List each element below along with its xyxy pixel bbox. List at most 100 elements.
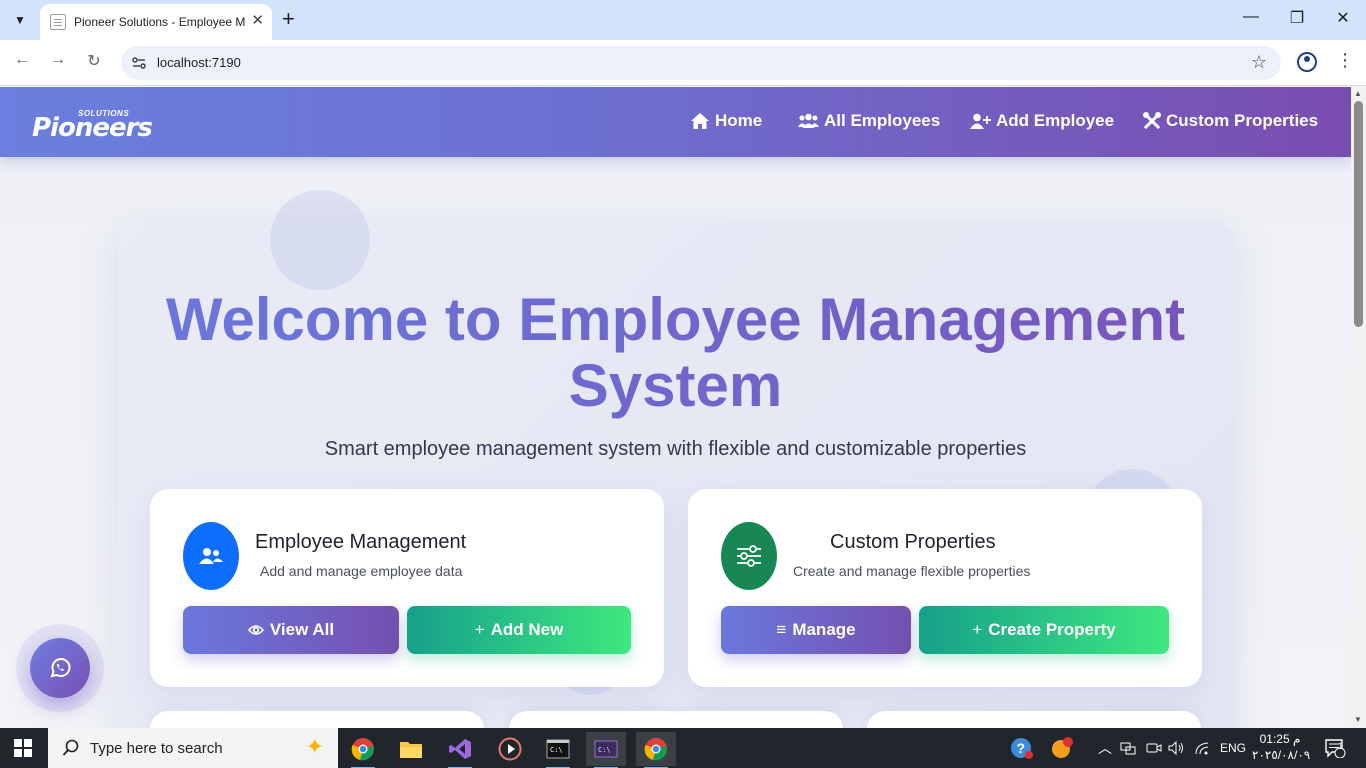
chrome-icon <box>351 738 374 761</box>
home-icon <box>691 113 709 129</box>
card-sliders-icon <box>721 522 777 590</box>
windows-start-icon[interactable] <box>14 739 32 757</box>
scrollbar-thumb[interactable] <box>1354 101 1363 327</box>
create-property-button[interactable]: + Create Property <box>919 606 1169 654</box>
svg-text:C:\: C:\ <box>598 746 611 754</box>
visual-studio-logo-icon <box>449 739 471 759</box>
add-new-button[interactable]: + Add New <box>407 606 631 654</box>
employee-management-card: Employee Management Add and manage emplo… <box>150 489 664 687</box>
folder-icon <box>400 742 422 758</box>
tray-weather-icon[interactable] <box>1050 728 1074 768</box>
nav-link-label: Add Employee <box>996 111 1115 130</box>
dev-prompt-icon: C:\ <box>594 740 618 758</box>
taskbar-search-box[interactable]: Type here to search ✦ <box>48 728 338 768</box>
feature-card-lower <box>867 711 1201 728</box>
tools-icon <box>1143 112 1161 130</box>
scroll-down-arrow-icon[interactable]: ▼ <box>1354 715 1362 724</box>
scroll-up-arrow-icon[interactable]: ▲ <box>1354 89 1362 98</box>
profile-icon[interactable] <box>1297 52 1317 72</box>
button-label: View All <box>269 620 335 639</box>
feature-card-lower <box>150 711 484 728</box>
list-icon: ≡ <box>776 620 787 639</box>
manage-button[interactable]: ≡ Manage <box>721 606 911 654</box>
button-label: Manage <box>792 620 856 639</box>
users-icon <box>798 113 819 128</box>
tab-search-chevron-icon[interactable]: ▼ <box>6 7 34 33</box>
media-player-icon[interactable] <box>490 732 530 766</box>
tray-network-icon[interactable] <box>1120 728 1136 768</box>
window-minimize-icon[interactable]: — <box>1236 8 1266 26</box>
hero-title: Welcome to Employee Management System <box>0 287 1351 419</box>
tray-overflow-chevron-icon[interactable]: ︿ <box>1098 728 1112 768</box>
network-icon <box>1120 742 1136 755</box>
console-window-icon: C:\ <box>546 739 570 759</box>
site-info-icon[interactable] <box>131 55 147 71</box>
notification-center-icon[interactable]: 1 <box>1324 728 1346 768</box>
address-bar[interactable]: localhost:7190 ☆ <box>121 46 1281 80</box>
card-title: Custom Properties <box>830 531 996 553</box>
back-arrow-icon[interactable]: ← <box>10 51 34 69</box>
chrome-app-icon[interactable] <box>636 732 676 768</box>
browser-tabstrip: ▼ Pioneer Solutions - Employee M ✕ + — ❐… <box>0 0 1366 40</box>
reload-icon[interactable]: ↻ <box>82 51 106 71</box>
plus-icon: + <box>972 620 983 639</box>
tab-close-icon[interactable]: ✕ <box>251 13 264 29</box>
browser-menu-icon[interactable]: ⋮ <box>1336 50 1354 71</box>
hero-title-line2: System <box>568 352 783 419</box>
browser-tab-active[interactable]: Pioneer Solutions - Employee M ✕ <box>40 4 272 40</box>
powershell-dev-icon[interactable]: C:\ <box>586 732 626 768</box>
hero-subtitle: Smart employee management system with fl… <box>324 438 1027 460</box>
window-restore-icon[interactable]: ❐ <box>1282 8 1312 28</box>
users-icon <box>199 548 223 564</box>
nav-link-home[interactable]: Home <box>690 111 762 131</box>
chrome-profile-app-icon[interactable] <box>343 732 383 768</box>
tray-camera-icon[interactable] <box>1146 728 1162 768</box>
nav-link-all-employees[interactable]: All Employees <box>798 111 940 131</box>
taskbar: Type here to search ✦ C:\ C:\ ? ︿ ENG 01… <box>0 728 1366 768</box>
tray-language[interactable]: ENG <box>1220 728 1246 768</box>
chrome-icon <box>644 738 667 761</box>
svg-text:?: ? <box>1017 740 1026 756</box>
custom-properties-card: Custom Properties Create and manage flex… <box>688 489 1202 687</box>
nav-link-add-employee[interactable]: Add Employee <box>970 111 1114 131</box>
tray-help-icon[interactable]: ? <box>1010 728 1034 768</box>
nav-link-custom-properties[interactable]: Custom Properties <box>1143 111 1318 131</box>
search-placeholder: Type here to search <box>90 739 223 757</box>
nav-link-label: Custom Properties <box>1166 111 1319 130</box>
page-viewport: SOLUTIONS Pioneers Home All Employees Ad… <box>0 87 1351 728</box>
forward-arrow-icon[interactable]: → <box>46 51 70 69</box>
svg-text:C:\: C:\ <box>550 746 563 754</box>
sliders-icon <box>737 545 761 567</box>
button-label: Create Property <box>988 620 1116 639</box>
window-close-icon[interactable]: ✕ <box>1328 8 1358 28</box>
feature-card-lower <box>509 711 843 728</box>
copilot-sparkle-icon[interactable]: ✦ <box>306 734 324 760</box>
browser-toolbar: ← → ↻ localhost:7190 ☆ ⋮ <box>0 40 1366 86</box>
tab-title: Pioneer Solutions - Employee M <box>74 15 246 29</box>
play-circle-icon <box>498 737 522 761</box>
bookmark-star-icon[interactable]: ☆ <box>1251 52 1267 73</box>
view-all-button[interactable]: View All <box>183 606 399 654</box>
tray-volume-icon[interactable] <box>1168 728 1186 768</box>
whatsapp-icon <box>50 658 71 678</box>
button-label: Add New <box>490 620 564 639</box>
file-explorer-icon[interactable] <box>391 732 431 766</box>
decorative-circle <box>270 190 370 290</box>
nav-link-label: All Employees <box>824 111 941 130</box>
visual-studio-icon[interactable] <box>440 732 480 768</box>
eye-icon <box>247 625 264 635</box>
tray-wifi-icon[interactable] <box>1194 728 1210 768</box>
terminal-icon[interactable]: C:\ <box>538 732 578 768</box>
new-tab-plus-icon[interactable]: + <box>282 8 295 30</box>
logo-main-text: Pioneers <box>32 113 153 143</box>
site-logo[interactable]: SOLUTIONS Pioneers <box>30 103 153 143</box>
clock-time: 01:25 م <box>1259 732 1301 746</box>
card-description: Create and manage flexible properties <box>793 563 1031 579</box>
whatsapp-chat-button[interactable] <box>30 638 90 698</box>
camera-icon <box>1146 743 1162 753</box>
page-scrollbar[interactable]: ▲ ▼ <box>1351 87 1366 728</box>
card-title: Employee Management <box>255 531 467 553</box>
taskbar-clock[interactable]: 01:25 م ٢٠٢٥/٠٨/٠٩ <box>1252 731 1310 763</box>
help-question-icon: ? <box>1011 738 1033 759</box>
notification-count: 1 <box>1338 741 1344 751</box>
